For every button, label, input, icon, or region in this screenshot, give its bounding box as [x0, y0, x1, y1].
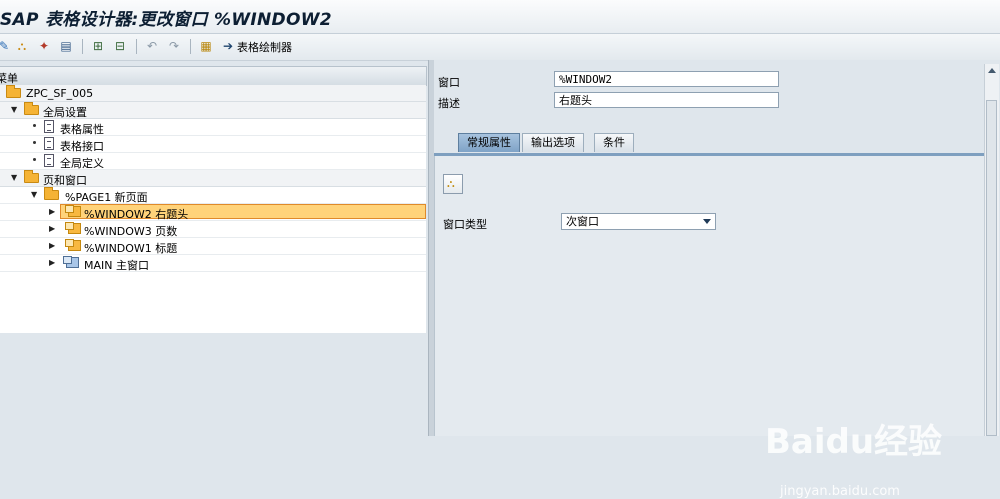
dropdown-arrow-icon[interactable] — [703, 219, 711, 224]
tab-content-general: ⛬ 窗口类型 次窗口 Baidu经验 jingyan.baidu.com — [434, 156, 985, 499]
navigation-tree-panel: 菜单 ZPC_SF_005 ▼ 全局设置 表格属性 表格接口 全局定义 ▼ 页和… — [0, 66, 428, 436]
test-icon[interactable]: ✦ — [36, 38, 52, 54]
window-type-value: 次窗口 — [566, 215, 599, 228]
window-name-field[interactable]: %WINDOW2 — [554, 71, 779, 87]
main-window-icon — [63, 256, 79, 268]
window-title: SAP 表格设计器:更改窗口 %WINDOW2 — [0, 10, 332, 30]
folder-open-icon — [44, 187, 59, 200]
document-icon — [44, 120, 54, 133]
bullet-icon — [33, 141, 36, 144]
tree-row-label: %PAGE1 新页面 — [65, 191, 148, 204]
activate-icon[interactable]: ⛬ — [14, 38, 30, 54]
tree-row-window3[interactable]: ▶ %WINDOW3 页数 — [0, 221, 426, 238]
toolbar-separator — [82, 39, 83, 54]
window-type-dropdown[interactable]: 次窗口 — [561, 213, 716, 230]
expand-arrow-icon[interactable]: ▼ — [11, 105, 17, 114]
expand-arrow-icon[interactable]: ▶ — [49, 207, 55, 216]
tree-row-label: MAIN 主窗口 — [84, 259, 149, 272]
window-icon — [65, 239, 81, 251]
expand-all-icon[interactable]: ⊞ — [90, 38, 106, 54]
undo-icon[interactable]: ↶ — [144, 38, 160, 54]
tab-general-attributes[interactable]: 常规属性 — [458, 133, 520, 152]
tree-row-main-window[interactable]: ▶ MAIN 主窗口 — [0, 255, 426, 272]
detail-panel: 窗口 %WINDOW2 描述 右题头 常规属性 输出选项 条件 ⛬ 窗口类型 次… — [434, 60, 1000, 499]
tree: ZPC_SF_005 ▼ 全局设置 表格属性 表格接口 全局定义 ▼ 页和窗口 — [0, 85, 426, 333]
form-painter-button[interactable]: 表格绘制器 — [237, 39, 292, 55]
toolbar-separator — [136, 39, 137, 54]
tree-row-label: 全局设置 — [43, 106, 87, 119]
bullet-icon — [33, 158, 36, 161]
window-name-label: 窗口 — [438, 76, 460, 89]
window-icon — [65, 205, 81, 217]
application-toolbar: ✎ ⛬ ✦ ▤ ⊞ ⊟ ↶ ↷ ▦ ➔ 表格绘制器 — [0, 34, 1000, 61]
tree-row-global-definitions[interactable]: 全局定义 — [0, 153, 426, 170]
watermark-logo: Baidu经验 — [765, 422, 943, 462]
tab-output-options[interactable]: 输出选项 — [522, 133, 584, 152]
tree-row-label: %WINDOW3 页数 — [84, 225, 178, 238]
tree-header-label: 菜单 — [0, 72, 18, 85]
vertical-scrollbar[interactable] — [984, 64, 999, 436]
document-icon — [44, 154, 54, 167]
tree-row-page1[interactable]: ▼ %PAGE1 新页面 — [0, 187, 426, 204]
display-change-icon[interactable]: ✎ — [0, 38, 12, 54]
expand-arrow-icon[interactable]: ▶ — [49, 258, 55, 267]
redo-icon[interactable]: ↷ — [166, 38, 182, 54]
scroll-thumb[interactable] — [986, 100, 997, 436]
tab-conditions[interactable]: 条件 — [594, 133, 634, 152]
toolbar-separator — [190, 39, 191, 54]
tree-row-form-interface[interactable]: 表格接口 — [0, 136, 426, 153]
expand-arrow-icon[interactable]: ▶ — [49, 224, 55, 233]
folder-open-icon — [6, 85, 21, 98]
collapse-all-icon[interactable]: ⊟ — [112, 38, 128, 54]
bullet-icon — [33, 124, 36, 127]
tree-row-pages-windows[interactable]: ▼ 页和窗口 — [0, 170, 426, 187]
folder-open-icon — [24, 102, 39, 115]
tree-row-root[interactable]: ZPC_SF_005 — [0, 85, 426, 102]
description-label: 描述 — [438, 97, 460, 110]
tree-header: 菜单 — [0, 66, 427, 86]
title-bar: SAP 表格设计器:更改窗口 %WINDOW2 — [0, 0, 1000, 34]
window-icon — [65, 222, 81, 234]
tree-row-label: %WINDOW2 右题头 — [84, 208, 189, 221]
watermark-url: jingyan.baidu.com — [780, 484, 900, 499]
folder-open-icon — [24, 170, 39, 183]
tree-row-window2-selected[interactable]: ▶ %WINDOW2 右题头 — [0, 204, 426, 221]
tree-row-label: %WINDOW1 标题 — [84, 242, 178, 255]
configure-icon: ⛬ — [447, 177, 455, 190]
scroll-up-icon[interactable] — [988, 68, 996, 73]
description-field[interactable]: 右题头 — [554, 92, 779, 108]
tree-row-label: 全局定义 — [60, 157, 104, 170]
tree-row-form-attributes[interactable]: 表格属性 — [0, 119, 426, 136]
settings-button[interactable]: ⛬ — [443, 174, 463, 194]
field-list-icon[interactable]: ▦ — [198, 38, 214, 54]
check-icon[interactable]: ▤ — [58, 38, 74, 54]
window-type-label: 窗口类型 — [443, 218, 487, 231]
document-icon — [44, 137, 54, 150]
tree-row-global-settings[interactable]: ▼ 全局设置 — [0, 102, 426, 119]
tree-row-label: 表格接口 — [60, 140, 104, 153]
expand-arrow-icon[interactable]: ▼ — [11, 173, 17, 182]
expand-arrow-icon[interactable]: ▼ — [31, 190, 37, 199]
tree-row-window1[interactable]: ▶ %WINDOW1 标题 — [0, 238, 426, 255]
arrow-right-icon[interactable]: ➔ — [220, 38, 236, 54]
tree-row-label: ZPC_SF_005 — [26, 87, 94, 100]
tree-row-label: 页和窗口 — [43, 174, 87, 187]
tree-row-label: 表格属性 — [60, 123, 104, 136]
expand-arrow-icon[interactable]: ▶ — [49, 241, 55, 250]
